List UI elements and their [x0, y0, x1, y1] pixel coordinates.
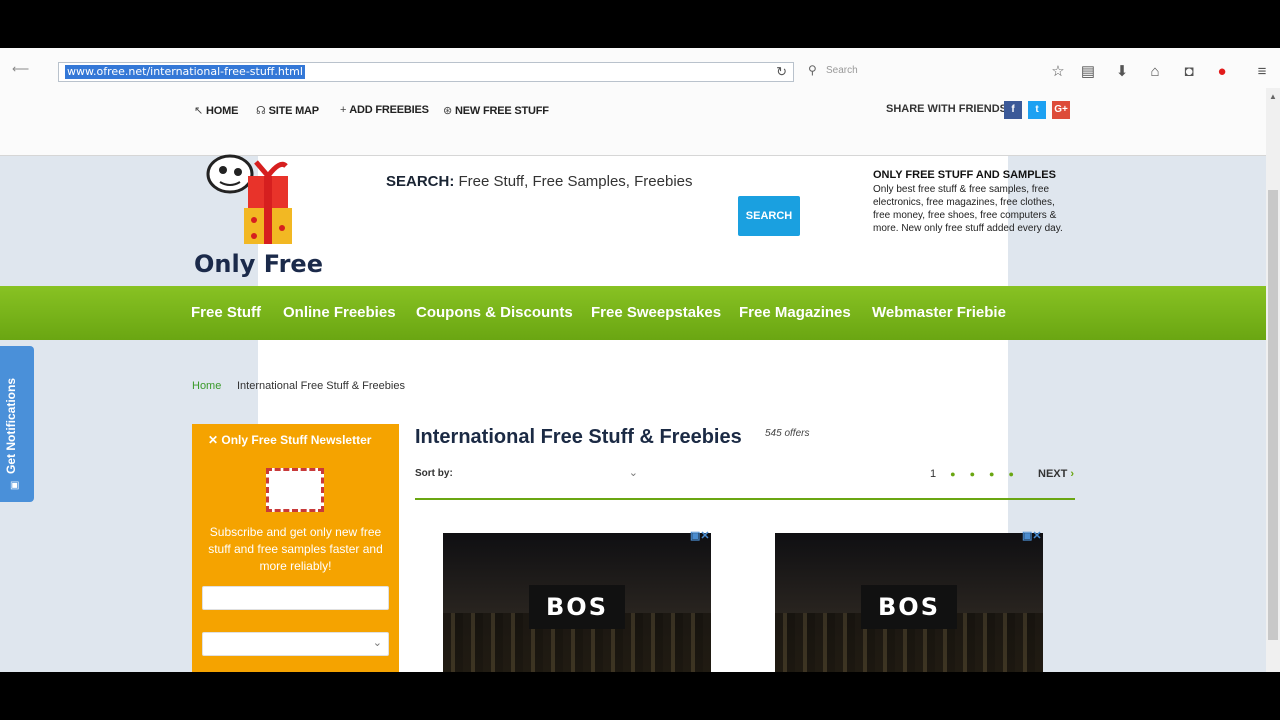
plus-icon: +	[340, 104, 347, 116]
chevron-down-icon: ⌄	[628, 467, 638, 479]
google-plus-share-button[interactable]: G+	[1052, 101, 1070, 119]
share-label: SHARE WITH FRIENDS	[886, 103, 1007, 115]
page-scrollbar[interactable]: ▲	[1266, 88, 1280, 672]
pagination: 1 ● ● ● ●	[930, 468, 1014, 480]
search-prefix: SEARCH:	[386, 173, 455, 190]
bookmark-star-icon[interactable]: ☆	[1048, 62, 1068, 82]
bullet-icon: ⊛	[443, 105, 453, 117]
breadcrumb-home[interactable]: Home	[192, 380, 221, 392]
offers-count: 545 offers	[765, 428, 810, 439]
newsletter-title-text: Only Free Stuff Newsletter	[221, 433, 372, 447]
chevron-down-icon: ⌄	[372, 637, 382, 649]
nav-add-freebies-label: ADD FREEBIES	[349, 104, 429, 116]
close-icon[interactable]: ✕	[208, 433, 221, 447]
newsletter-box: ✕ Only Free Stuff Newsletter Subscribe a…	[192, 424, 399, 672]
site-search-button[interactable]: SEARCH	[738, 196, 800, 236]
page-dot[interactable]: ●	[989, 469, 994, 479]
newsletter-title: ✕ Only Free Stuff Newsletter	[208, 433, 371, 447]
nav-site-map-label: SITE MAP	[268, 105, 320, 117]
ad-banner[interactable]: BOS	[443, 533, 711, 672]
nav-coupons-discounts[interactable]: Coupons & Discounts	[416, 304, 573, 321]
cursor-icon: ↖	[194, 105, 204, 117]
twitter-share-button[interactable]: t	[1028, 101, 1046, 119]
nav-free-stuff[interactable]: Free Stuff	[191, 304, 261, 321]
back-icon[interactable]: ⟵	[12, 62, 52, 82]
ad-close-icon[interactable]: ▣✕	[1022, 529, 1042, 542]
ad-banner[interactable]: BOS	[775, 533, 1043, 672]
site-search-label: SEARCH: Free Stuff, Free Samples, Freebi…	[386, 173, 693, 190]
browser-search-field[interactable]: ⚲ Search	[804, 62, 1034, 82]
search-icon: ⚲	[808, 63, 817, 77]
scroll-up-icon[interactable]: ▲	[1269, 92, 1277, 101]
page-title: International Free Stuff & Freebies	[415, 426, 742, 448]
nav-online-freebies[interactable]: Online Freebies	[283, 304, 396, 321]
url-text[interactable]: www.ofree.net/international-free-stuff.h…	[65, 65, 305, 79]
logo-text[interactable]: Only Free	[194, 250, 323, 278]
promo-text: Only best free stuff & free samples, fre…	[873, 184, 1063, 234]
scroll-thumb[interactable]	[1268, 190, 1278, 640]
ad-logo: BOS	[529, 585, 625, 629]
newsletter-text: Subscribe and get only new free stuff an…	[208, 525, 383, 573]
breadcrumb-current: International Free Stuff & Freebies	[237, 380, 405, 392]
address-bar[interactable]: www.ofree.net/international-free-stuff.h…	[58, 62, 794, 82]
sort-by-label: Sort by:	[415, 468, 453, 479]
nav-webmaster-freebie[interactable]: Webmaster Friebie	[872, 304, 1006, 321]
ad-close-icon[interactable]: ▣✕	[690, 529, 710, 542]
nav-site-map-link[interactable]: ☊ SITE MAP	[256, 104, 319, 117]
extension-icon[interactable]: ●	[1212, 62, 1232, 82]
bell-icon: ▣	[10, 480, 20, 491]
nav-free-magazines[interactable]: Free Magazines	[739, 304, 851, 321]
content-divider	[415, 498, 1075, 500]
next-label: NEXT	[1038, 468, 1068, 480]
pocket-icon[interactable]: ◘	[1179, 62, 1199, 82]
envelope-icon	[266, 468, 324, 512]
newsletter-select[interactable]: ⌄	[202, 632, 389, 656]
menu-icon[interactable]: ≡	[1252, 62, 1272, 82]
next-page-link[interactable]: NEXT ›	[1038, 468, 1074, 480]
reading-list-icon[interactable]: ▤	[1078, 62, 1098, 82]
reload-icon[interactable]: ↻	[776, 64, 787, 80]
promo-title: ONLY FREE STUFF AND SAMPLES	[873, 169, 1056, 181]
nav-add-freebies-link[interactable]: + ADD FREEBIES	[340, 104, 429, 116]
page-dot[interactable]: ●	[950, 469, 955, 479]
page-dot[interactable]: ●	[970, 469, 975, 479]
page-current[interactable]: 1	[930, 468, 936, 480]
browser-toolbar: ⟵ www.ofree.net/international-free-stuff…	[0, 48, 1280, 156]
nav-new-free-stuff-link[interactable]: ⊛ NEW FREE STUFF	[443, 104, 549, 117]
notifications-tab[interactable]: Get Notifications ▣	[0, 346, 34, 502]
page-dot[interactable]: ●	[1008, 469, 1013, 479]
home-icon[interactable]: ⌂	[1145, 62, 1165, 82]
notifications-label: Get Notifications	[4, 377, 18, 474]
category-nav: Free Stuff Online Freebies Coupons & Dis…	[0, 286, 1266, 340]
nav-new-free-stuff-label: NEW FREE STUFF	[455, 105, 549, 117]
download-icon[interactable]: ⬇	[1112, 62, 1132, 82]
browser-window: ⟵ www.ofree.net/international-free-stuff…	[0, 48, 1280, 672]
chevron-right-icon: ›	[1070, 468, 1075, 480]
search-text: Free Stuff, Free Samples, Freebies	[458, 173, 693, 190]
nav-free-sweepstakes[interactable]: Free Sweepstakes	[591, 304, 721, 321]
browser-search-placeholder: Search	[826, 65, 858, 76]
newsletter-email-input[interactable]	[202, 586, 389, 610]
facebook-share-button[interactable]: f	[1004, 101, 1022, 119]
ad-logo: BOS	[861, 585, 957, 629]
nav-home-label: HOME	[206, 105, 239, 117]
sort-select[interactable]: ⌄	[466, 466, 640, 482]
nav-home-link[interactable]: ↖ HOME	[194, 104, 238, 117]
sitemap-icon: ☊	[256, 105, 266, 117]
